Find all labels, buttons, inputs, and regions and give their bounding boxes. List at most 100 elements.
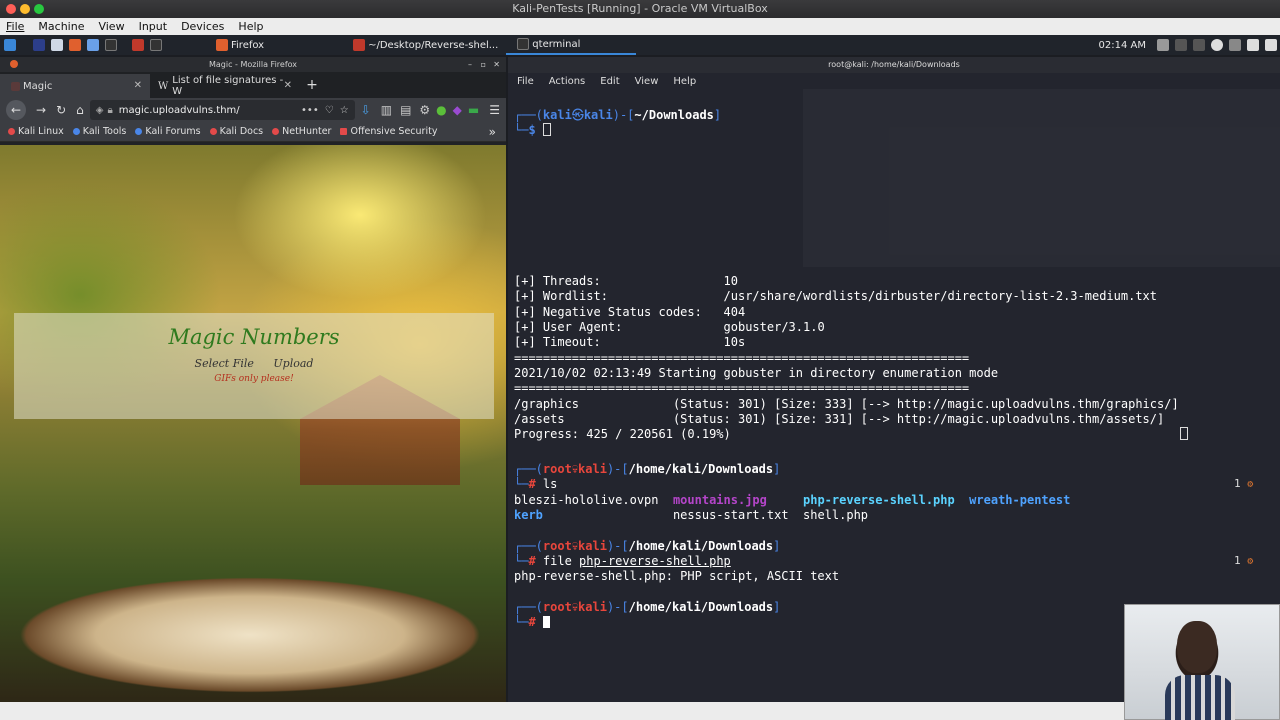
green-extension-icon[interactable]: ▬ — [468, 103, 479, 117]
terminal-split-pane — [803, 89, 1280, 267]
bookmark-nethunter[interactable]: NetHunter — [272, 126, 331, 137]
select-file-button[interactable]: Select File — [195, 357, 254, 370]
power-icon[interactable] — [1265, 39, 1277, 51]
red-app-icon[interactable] — [132, 39, 144, 51]
bookmarks-overflow-icon[interactable]: » — [489, 125, 496, 139]
vbox-menu-machine[interactable]: Machine — [38, 20, 84, 33]
top-prompt: ┌──(kali㉿kali)-[~/Downloads] — [514, 108, 722, 122]
top-prompt-input[interactable]: └─$ — [514, 123, 551, 138]
minimize-icon[interactable]: – — [468, 57, 472, 72]
wappalyzer-icon[interactable]: ◆ — [453, 103, 462, 117]
pocket-icon[interactable]: ♡ — [325, 105, 334, 116]
close-tab-icon[interactable]: ✕ — [134, 80, 142, 91]
new-tab-button[interactable]: + — [300, 74, 324, 98]
speaker-icon[interactable] — [1175, 39, 1187, 51]
screen: Kali-PenTests [Running] - Oracle VM Virt… — [0, 0, 1280, 720]
page-actions-icon[interactable]: ••• — [301, 105, 319, 116]
gobuster-negative-codes: [+] Negative Status codes: 404 — [514, 305, 746, 319]
tab-magic[interactable]: Magic ✕ — [0, 74, 150, 98]
workspace-icon[interactable] — [33, 39, 45, 51]
library-icon[interactable]: ▥ — [381, 103, 392, 117]
home-button[interactable]: ⌂ — [76, 103, 84, 117]
url-bar[interactable]: ◈ 🔒︎ magic.uploadvulns.thm/ ••• ♡ ☆ — [89, 100, 355, 120]
terminal-launcher-icon[interactable] — [105, 39, 117, 51]
terminal-small-icon[interactable] — [150, 39, 162, 51]
back-button[interactable]: ← — [6, 100, 26, 120]
close-tab-icon[interactable]: ✕ — [284, 80, 292, 91]
site-info-icon[interactable]: 🔒︎ — [107, 105, 112, 116]
task-firefox[interactable]: Firefox — [205, 35, 272, 55]
wikipedia-icon: W — [158, 80, 169, 92]
gobuster-start-line: 2021/10/02 02:13:49 Starting gobuster in… — [514, 366, 999, 380]
nethunter-icon — [272, 128, 280, 135]
separator-line: ========================================… — [514, 381, 970, 395]
bookmark-kali-forums[interactable]: Kali Forums — [135, 126, 201, 137]
hamburger-menu-icon[interactable]: ☰ — [489, 103, 500, 117]
maximize-icon[interactable]: ▫ — [481, 57, 486, 72]
vbox-menu-help[interactable]: Help — [238, 20, 263, 33]
ls-output-row-2: kerb nessus-start.txt shell.php — [514, 508, 869, 522]
panel-clock[interactable]: 02:14 AM — [1099, 40, 1146, 51]
vbox-status-bar — [0, 702, 1280, 720]
qterminal-icon — [517, 38, 530, 50]
gobuster-wordlist: [+] Wordlist: /usr/share/wordlists/dirbu… — [514, 289, 1157, 303]
kali-tools-icon — [72, 128, 80, 135]
bookmark-kali-tools[interactable]: Kali Tools — [72, 126, 126, 137]
network-icon[interactable] — [1229, 39, 1241, 51]
notifications-icon[interactable] — [1211, 39, 1223, 51]
root-prompt: ┌──(root💀︎kali)-[/home/kali/Downloads] — [514, 600, 781, 614]
offsec-icon — [340, 128, 348, 135]
firefox-launcher-icon[interactable] — [69, 39, 81, 51]
forward-button[interactable]: → — [36, 103, 46, 117]
bookmark-star-icon[interactable]: ☆ — [340, 105, 349, 116]
kali-forums-icon — [135, 128, 143, 135]
browser-launcher-icon[interactable] — [87, 39, 99, 51]
ls-output-row-1: bleszi-hololive.ovpn mountains.jpg php-r… — [514, 493, 1071, 507]
terminal-input-line[interactable]: └─# — [514, 615, 550, 630]
file-command-line: └─# file php-reverse-shell.php — [514, 554, 731, 568]
bookmark-kali-linux[interactable]: Kali Linux — [8, 126, 64, 137]
bookmarks-toolbar: Kali Linux Kali Tools Kali Forums Kali D… — [0, 122, 506, 142]
close-window-button[interactable] — [6, 4, 16, 14]
lock-icon[interactable] — [1247, 39, 1259, 51]
tab-file-signatures[interactable]: W List of file signatures - W ✕ — [150, 74, 300, 98]
zoom-window-button[interactable] — [34, 4, 44, 14]
file-manager-icon[interactable] — [51, 39, 63, 51]
vbox-menu-input[interactable]: Input — [139, 20, 167, 33]
gif-note: GIFs only please! — [214, 374, 294, 384]
bookmark-offensive-security[interactable]: Offensive Security — [340, 126, 437, 137]
downloads-icon[interactable]: ⇩ — [361, 103, 371, 117]
vbox-menu-file[interactable]: File — [6, 20, 24, 33]
kali-dragon-icon — [8, 128, 15, 135]
reload-button[interactable]: ↻ — [56, 103, 66, 117]
bookmark-kali-docs[interactable]: Kali Docs — [209, 126, 263, 137]
kali-menu-icon[interactable] — [4, 39, 16, 51]
task-file-manager[interactable]: ~/Desktop/Reverse-shel... — [342, 35, 506, 55]
vbox-menu-bar: File Machine View Input Devices Help — [0, 18, 1280, 35]
gobuster-threads: [+] Threads: 10 — [514, 274, 738, 288]
kali-docs-icon — [209, 128, 217, 135]
terminal-menu-view[interactable]: View — [635, 76, 659, 87]
sidebar-icon[interactable]: ▤ — [400, 103, 411, 117]
extension-icon[interactable]: ⚙ — [419, 103, 430, 117]
volume-icon[interactable] — [1193, 39, 1205, 51]
gear-icon: ⚙ — [1247, 556, 1254, 567]
vbox-menu-view[interactable]: View — [98, 20, 124, 33]
kali-top-panel: Firefox ~/Desktop/Reverse-shel... qtermi… — [0, 35, 1280, 55]
terminal-window-title: root@kali: /home/kali/Downloads — [828, 60, 960, 69]
terminal-title-bar: root@kali: /home/kali/Downloads — [508, 57, 1280, 73]
terminal-menu-edit[interactable]: Edit — [600, 76, 619, 87]
terminal-menu-file[interactable]: File — [517, 76, 534, 87]
minimize-window-button[interactable] — [20, 4, 30, 14]
close-icon[interactable]: ✕ — [493, 57, 500, 72]
terminal-menu-actions[interactable]: Actions — [549, 76, 586, 87]
result-row-assets: /assets (Status: 301) [Size: 331] [--> h… — [514, 412, 1165, 426]
task-qterminal[interactable]: qterminal — [506, 35, 637, 55]
web-page-content: Magic Numbers Select File Upload GIFs on… — [0, 145, 506, 702]
firefox-logo-icon — [10, 60, 18, 68]
terminal-menu-help[interactable]: Help — [673, 76, 696, 87]
vbox-menu-devices[interactable]: Devices — [181, 20, 224, 33]
foxyproxy-icon[interactable]: ● — [436, 103, 446, 117]
display-icon[interactable] — [1157, 39, 1169, 51]
upload-button[interactable]: Upload — [273, 357, 313, 370]
